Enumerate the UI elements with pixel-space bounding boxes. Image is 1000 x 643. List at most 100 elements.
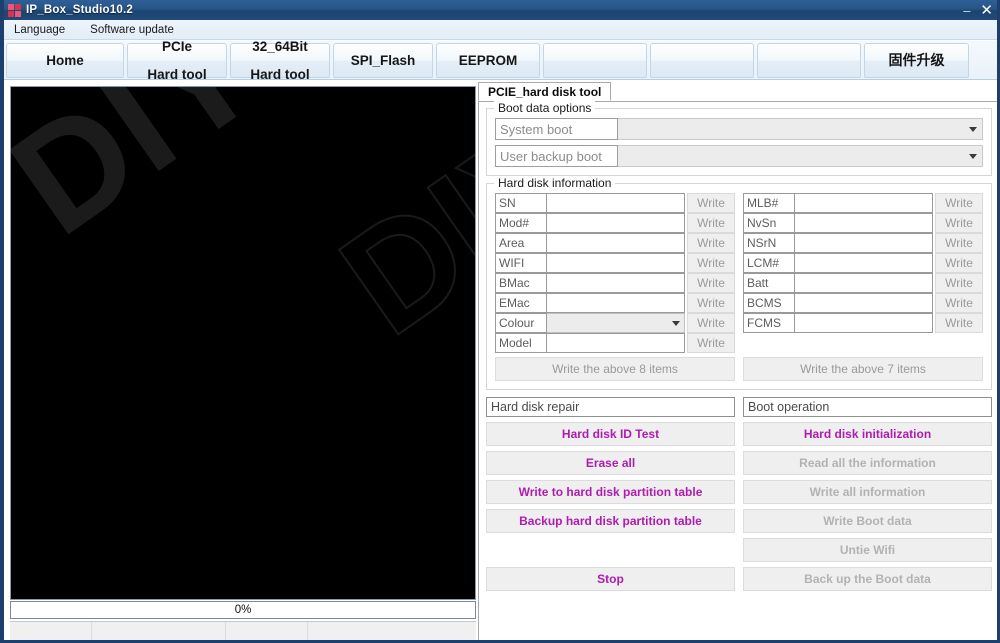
input-emac[interactable] xyxy=(547,293,685,313)
input-bcms[interactable] xyxy=(795,293,933,313)
tab-home-line1: Home xyxy=(46,52,84,68)
select-colour[interactable] xyxy=(547,313,685,333)
back-up-the-boot-data-button[interactable]: Back up the Boot data xyxy=(743,567,992,591)
hard-disk-id-test-button[interactable]: Hard disk ID Test xyxy=(486,422,735,446)
boot-data-options-group: Boot data options System boot User backu… xyxy=(486,101,992,176)
write-button-nsrn[interactable]: Write xyxy=(935,233,983,253)
status-cell-3 xyxy=(226,622,308,640)
field-row-nsrn: NSrN Write xyxy=(743,233,983,253)
erase-all-button[interactable]: Erase all xyxy=(486,451,735,475)
system-boot-select[interactable] xyxy=(618,118,983,140)
ops-left-spacer xyxy=(486,538,735,562)
label-bmac: BMac xyxy=(495,273,547,293)
input-area[interactable] xyxy=(547,233,685,253)
write-button-bcms[interactable]: Write xyxy=(935,293,983,313)
title-bar: IP_Box_Studio10.2 – ✕ xyxy=(4,0,997,20)
tab-eeprom[interactable]: EEPROM xyxy=(436,43,540,78)
bulk-write-row: Write the above 8 items Write the above … xyxy=(495,357,983,381)
field-row-mlb: MLB# Write xyxy=(743,193,983,213)
field-row-area: Area Write xyxy=(495,233,735,253)
application-window: IP_Box_Studio10.2 – ✕ Language Software … xyxy=(0,0,1000,643)
right-panel-tabbar: PCIE_hard disk tool xyxy=(478,82,997,102)
tab-firmware-upgrade[interactable]: 固件升级 xyxy=(864,43,969,78)
label-colour: Colour xyxy=(495,313,547,333)
input-batt[interactable] xyxy=(795,273,933,293)
hdi-right-column: MLB# Write NvSn Write NSrN Write LCM# Wr… xyxy=(743,193,983,353)
status-cell-2 xyxy=(92,622,226,640)
input-lcm[interactable] xyxy=(795,253,933,273)
input-fcms[interactable] xyxy=(795,313,933,333)
field-row-model: Model Write xyxy=(495,333,735,353)
hdi-left-column: SN Write Mod# Write Area Write WIFI Writ… xyxy=(495,193,735,353)
system-boot-row[interactable]: System boot xyxy=(495,118,983,140)
tab-eeprom-line1: EEPROM xyxy=(458,52,518,68)
menu-item-software-update[interactable]: Software update xyxy=(88,22,183,38)
tab-pcie-hard-disk-tool[interactable]: PCIE_hard disk tool xyxy=(478,82,612,101)
label-bcms: BCMS xyxy=(743,293,795,313)
write-button-lcm[interactable]: Write xyxy=(935,253,983,273)
field-row-mod: Mod# Write xyxy=(495,213,735,233)
write-button-wifi[interactable]: Write xyxy=(687,253,735,273)
user-backup-boot-row[interactable]: User backup boot xyxy=(495,145,983,167)
field-row-nvsn: NvSn Write xyxy=(743,213,983,233)
tab-pcie-hard-tool[interactable]: PCIe Hard tool xyxy=(127,39,227,81)
main-tab-strip: Home PCIe Hard tool 32_64Bit Hard tool S… xyxy=(4,39,997,81)
write-button-emac[interactable]: Write xyxy=(687,293,735,313)
label-emac: EMac xyxy=(495,293,547,313)
input-wifi[interactable] xyxy=(547,253,685,273)
write-above-8-items-button[interactable]: Write the above 8 items xyxy=(495,357,735,381)
stop-button[interactable]: Stop xyxy=(486,567,735,591)
input-nvsn[interactable] xyxy=(795,213,933,233)
write-button-fcms[interactable]: Write xyxy=(935,313,983,333)
read-all-the-information-button[interactable]: Read all the information xyxy=(743,451,992,475)
write-button-area[interactable]: Write xyxy=(687,233,735,253)
chevron-down-icon xyxy=(672,320,680,326)
tab-blank-1[interactable] xyxy=(543,43,647,78)
field-row-batt: Batt Write xyxy=(743,273,983,293)
write-button-sn[interactable]: Write xyxy=(687,193,735,213)
menu-item-language[interactable]: Language xyxy=(12,22,74,38)
input-mod[interactable] xyxy=(547,213,685,233)
write-button-mod[interactable]: Write xyxy=(687,213,735,233)
tab-pcie-line2: Hard tool xyxy=(147,66,207,82)
write-to-hard-disk-partition-table-button[interactable]: Write to hard disk partition table xyxy=(486,480,735,504)
write-all-information-button[interactable]: Write all information xyxy=(743,480,992,504)
tab-spi-flash[interactable]: SPI_Flash xyxy=(333,43,433,78)
label-mlb: MLB# xyxy=(743,193,795,213)
hard-disk-information-title: Hard disk information xyxy=(494,176,616,190)
hard-disk-initialization-button[interactable]: Hard disk initialization xyxy=(743,422,992,446)
write-button-bmac[interactable]: Write xyxy=(687,273,735,293)
write-boot-data-button[interactable]: Write Boot data xyxy=(743,509,992,533)
field-row-colour: Colour Write xyxy=(495,313,735,333)
untie-wifi-button[interactable]: Untie Wifi xyxy=(743,538,992,562)
input-bmac[interactable] xyxy=(547,273,685,293)
write-button-model[interactable]: Write xyxy=(687,333,735,353)
console-output-panel[interactable]: DIYPHONE DIYPHONE xyxy=(10,86,476,600)
write-above-7-items-button[interactable]: Write the above 7 items xyxy=(743,357,983,381)
right-panel-body: Boot data options System boot User backu… xyxy=(478,101,997,640)
field-row-fcms: FCMS Write xyxy=(743,313,983,333)
watermark-outline-text: DIYPHONE xyxy=(311,87,475,369)
close-button[interactable]: ✕ xyxy=(980,3,993,18)
input-model[interactable] xyxy=(547,333,685,353)
input-sn[interactable] xyxy=(547,193,685,213)
write-button-mlb[interactable]: Write xyxy=(935,193,983,213)
tab-home[interactable]: Home xyxy=(6,43,124,78)
write-button-colour[interactable]: Write xyxy=(687,313,735,333)
user-backup-boot-select[interactable] xyxy=(618,145,983,167)
user-backup-boot-label: User backup boot xyxy=(495,145,618,167)
field-row-lcm: LCM# Write xyxy=(743,253,983,273)
tab-blank-3[interactable] xyxy=(757,43,861,78)
minimize-button[interactable]: – xyxy=(963,4,970,17)
menu-bar: Language Software update xyxy=(4,20,997,40)
write-button-batt[interactable]: Write xyxy=(935,273,983,293)
tab-blank-2[interactable] xyxy=(650,43,754,78)
field-row-wifi: WIFI Write xyxy=(495,253,735,273)
tab-32-64bit-hard-tool[interactable]: 32_64Bit Hard tool xyxy=(230,39,330,81)
chevron-down-icon xyxy=(969,153,977,159)
backup-hard-disk-partition-table-button[interactable]: Backup hard disk partition table xyxy=(486,509,735,533)
input-mlb[interactable] xyxy=(795,193,933,213)
write-button-nvsn[interactable]: Write xyxy=(935,213,983,233)
label-mod: Mod# xyxy=(495,213,547,233)
input-nsrn[interactable] xyxy=(795,233,933,253)
